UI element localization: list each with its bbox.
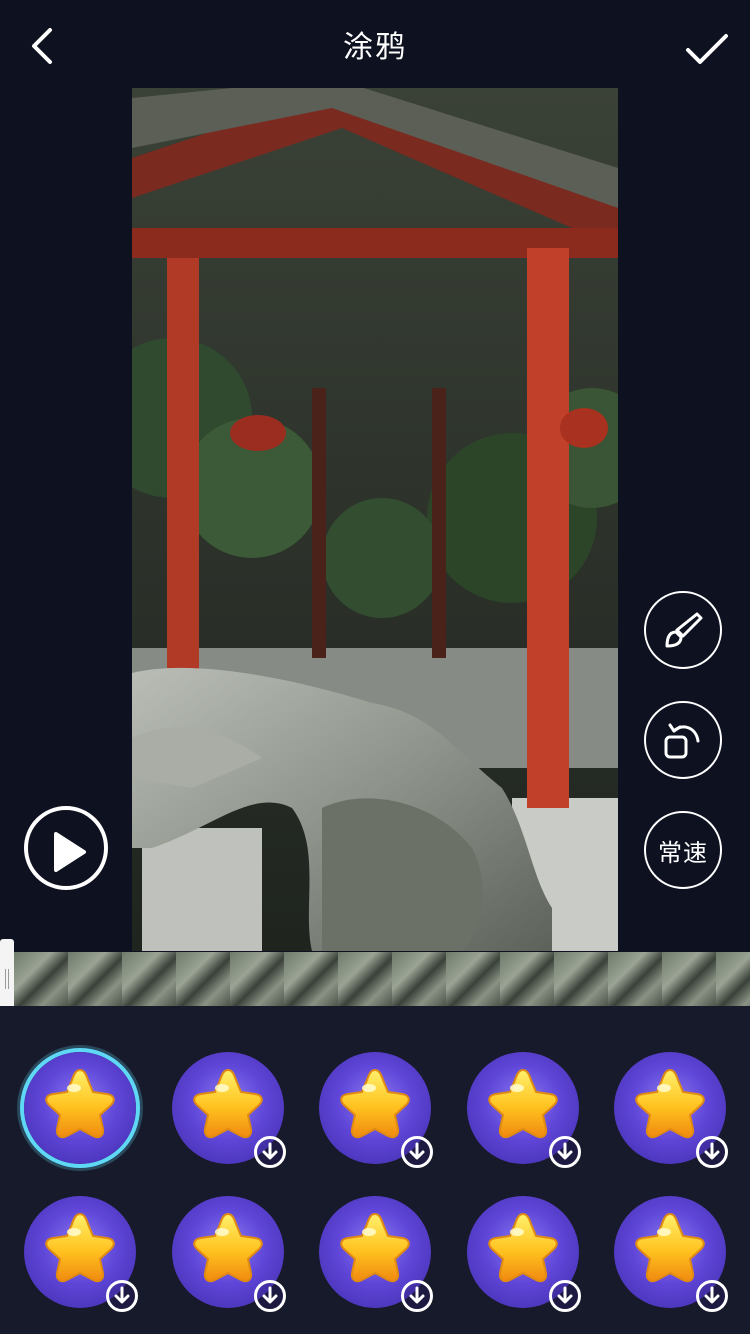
timeline-frame [122,952,177,1006]
download-arrow-icon [549,1136,581,1168]
download-arrow-icon [106,1280,138,1312]
sticker-item[interactable] [172,1196,286,1312]
timeline-frame [500,952,555,1006]
star-icon [186,1206,270,1294]
download-arrow-icon [549,1280,581,1312]
download-arrow-icon [401,1280,433,1312]
sticker-panel [0,1006,750,1334]
sticker-item[interactable] [24,1052,136,1164]
confirm-button[interactable] [682,24,732,74]
download-arrow-icon [254,1136,286,1168]
speed-label: 常速 [658,838,708,867]
timeline-frame [446,952,501,1006]
video-preview[interactable] [132,88,618,951]
timeline-strip[interactable] [0,952,750,1006]
sticker-item[interactable] [319,1196,433,1312]
sticker-item[interactable] [614,1196,728,1312]
sticker-item[interactable] [467,1196,581,1312]
star-icon [186,1062,270,1150]
timeline-frame [392,952,447,1006]
download-arrow-icon [401,1136,433,1168]
star-icon [333,1206,417,1294]
page-title: 涂鸦 [343,30,407,65]
download-arrow-icon [696,1280,728,1312]
timeline-frame [338,952,393,1006]
star-icon [628,1062,712,1150]
top-bar: 涂鸦 [0,0,750,88]
timeline-frame [14,952,69,1006]
timeline-frame [176,952,231,1006]
star-icon [38,1206,122,1294]
star-icon [628,1206,712,1294]
play-button[interactable] [24,806,108,890]
timeline-frame [230,952,285,1006]
download-arrow-icon [696,1136,728,1168]
sticker-item[interactable] [24,1196,138,1312]
timeline-frame [68,952,123,1006]
star-icon [38,1062,122,1150]
side-toolbar: 常速 [644,591,724,921]
timeline-frame [554,952,609,1006]
speed-button[interactable]: 常速 [644,811,722,889]
sticker-item[interactable] [614,1052,728,1168]
paintbrush-icon [665,612,703,648]
sticker-item[interactable] [172,1052,286,1168]
timeline-frame [662,952,717,1006]
undo-button[interactable] [644,701,722,779]
timeline-frame [284,952,339,1006]
star-icon [481,1206,565,1294]
timeline-frame [716,952,750,1006]
timeline-frame [608,952,663,1006]
sticker-item[interactable] [319,1052,433,1168]
checkmark-icon [686,34,728,64]
sticker-item[interactable] [467,1052,581,1168]
brush-button[interactable] [644,591,722,669]
play-icon [54,832,86,872]
pavilion-photo [132,88,618,951]
star-icon [333,1062,417,1150]
rotate-undo-icon [664,723,700,759]
star-icon [481,1062,565,1150]
download-arrow-icon [254,1280,286,1312]
